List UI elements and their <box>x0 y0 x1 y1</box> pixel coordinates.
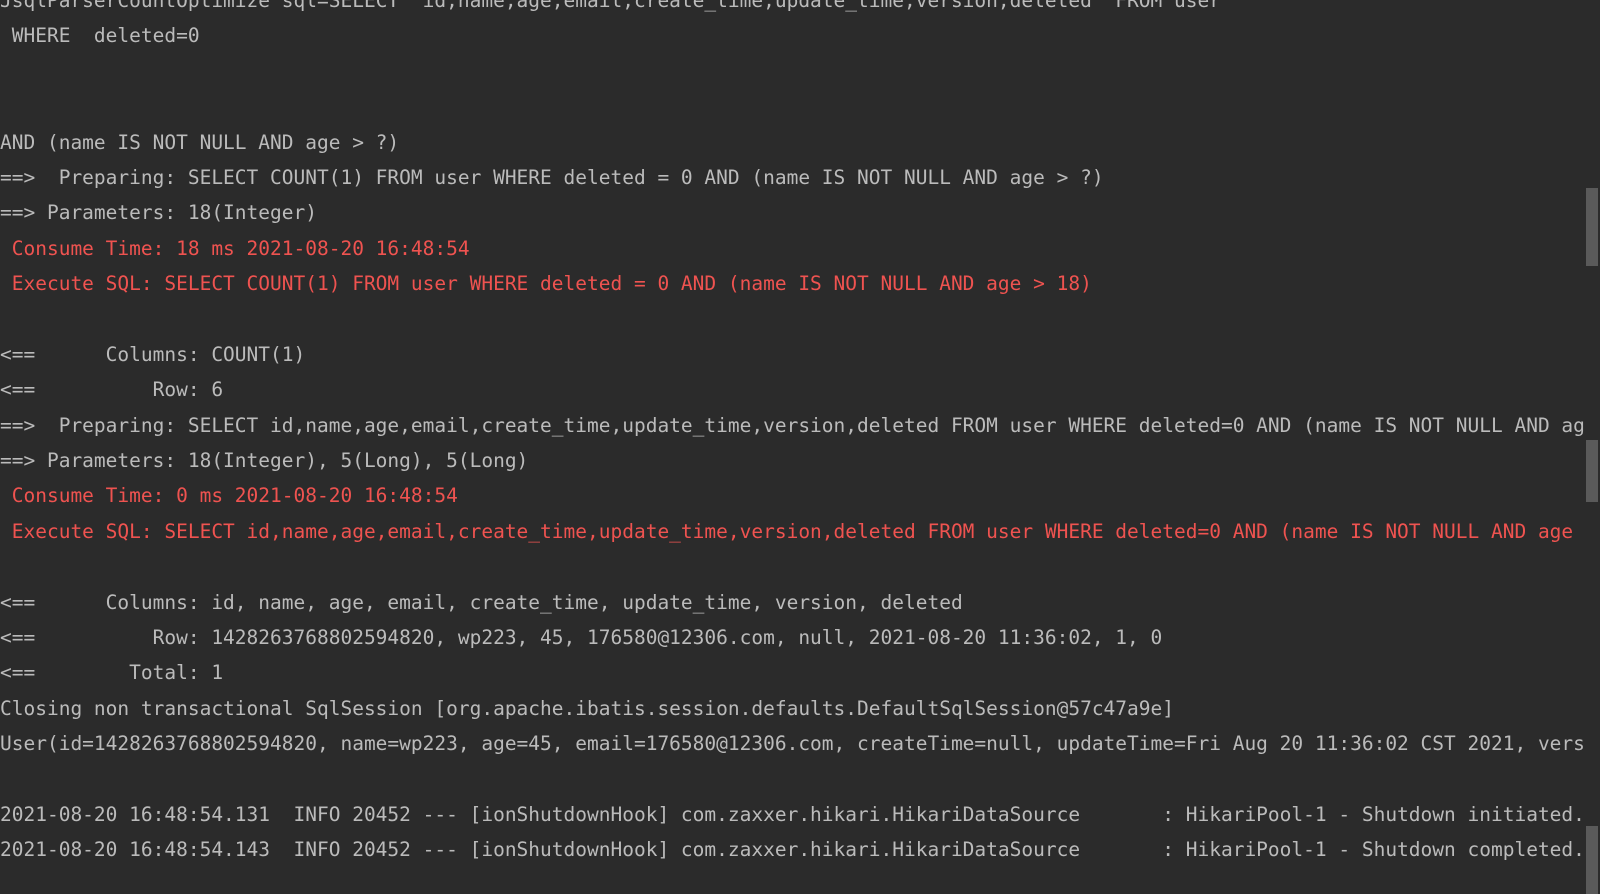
log-line-list: JsqlParserCountOptimize sql=SELECT id,na… <box>0 0 1600 868</box>
log-line: JsqlParserCountOptimize sql=SELECT id,na… <box>0 0 1221 12</box>
log-line: ==> Preparing: SELECT id,name,age,email,… <box>0 413 1600 437</box>
log-line: Consume Time: 18 ms 2021-08-20 16:48:54 <box>0 236 470 260</box>
log-line: <== Columns: COUNT(1) <box>0 342 306 366</box>
log-line: ==> Preparing: SELECT COUNT(1) FROM user… <box>0 165 1104 189</box>
scrollbar-thumb-segment[interactable] <box>1586 440 1598 502</box>
log-line: Execute SQL: SELECT COUNT(1) FROM user W… <box>0 272 1092 296</box>
log-line: AND (name IS NOT NULL AND age > ?) <box>0 130 400 154</box>
log-line: <== Total: 1 <box>0 661 224 685</box>
log-line: <== Columns: id, name, age, email, creat… <box>0 590 963 614</box>
log-line: ==> Parameters: 18(Integer) <box>0 201 317 225</box>
scrollbar-thumb-segment[interactable] <box>1586 826 1598 894</box>
vertical-scrollbar[interactable] <box>1584 0 1600 894</box>
log-line: ==> Parameters: 18(Integer), 5(Long), 5(… <box>0 449 529 473</box>
scrollbar-thumb-segment[interactable] <box>1586 188 1598 266</box>
log-line: Consume Time: 0 ms 2021-08-20 16:48:54 <box>0 484 458 508</box>
log-line: 2021-08-20 16:48:54.143 INFO 20452 --- [… <box>0 838 1585 862</box>
log-line: <== Row: 6 <box>0 378 224 402</box>
console-output-panel[interactable]: JsqlParserCountOptimize sql=SELECT id,na… <box>0 0 1600 894</box>
log-line: <== Row: 1428263768802594820, wp223, 45,… <box>0 626 1163 650</box>
log-line: Execute SQL: SELECT id,name,age,email,cr… <box>0 519 1600 543</box>
log-line: User(id=1428263768802594820, name=wp223,… <box>0 732 1600 756</box>
log-line: WHERE deleted=0 <box>0 24 200 48</box>
log-line: Closing non transactional SqlSession [or… <box>0 696 1174 720</box>
log-line: 2021-08-20 16:48:54.131 INFO 20452 --- [… <box>0 802 1600 826</box>
